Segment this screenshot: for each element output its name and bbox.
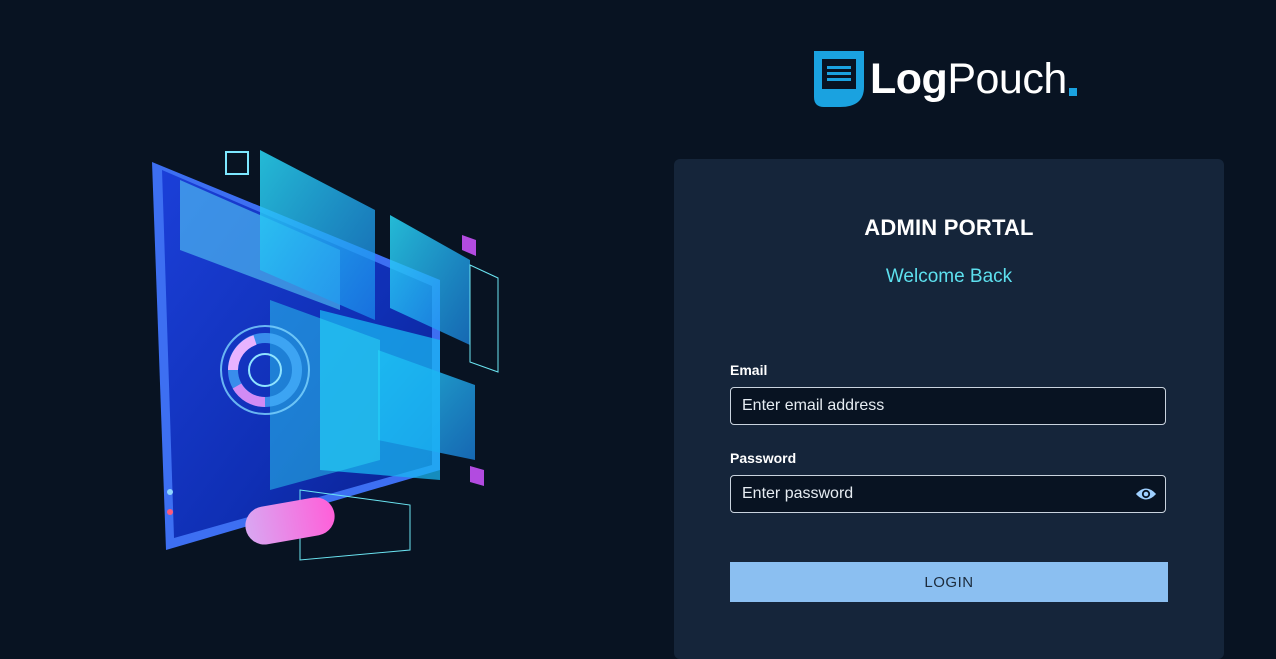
email-field[interactable]	[731, 388, 1165, 424]
email-label: Email	[730, 362, 768, 378]
monitor-illustration	[152, 150, 499, 561]
login-card: ADMIN PORTAL Welcome Back Email Password…	[674, 159, 1224, 659]
page-title: ADMIN PORTAL	[864, 215, 1034, 240]
password-field-wrapper	[730, 475, 1166, 513]
password-field[interactable]	[731, 476, 1165, 512]
eye-icon[interactable]	[1135, 485, 1157, 503]
brand-name: LogPouch	[870, 55, 1067, 104]
welcome-subtitle: Welcome Back	[885, 266, 1013, 287]
brand-name-bold: Log	[870, 54, 948, 103]
logpouch-logo-icon	[814, 51, 864, 107]
brand-dot	[1068, 88, 1077, 96]
password-label: Password	[730, 450, 797, 466]
login-button[interactable]: LOGIN	[730, 562, 1168, 602]
brand-logo: LogPouch	[810, 46, 1077, 112]
email-field-wrapper	[730, 387, 1166, 425]
brand-name-light: Pouch	[947, 54, 1067, 103]
